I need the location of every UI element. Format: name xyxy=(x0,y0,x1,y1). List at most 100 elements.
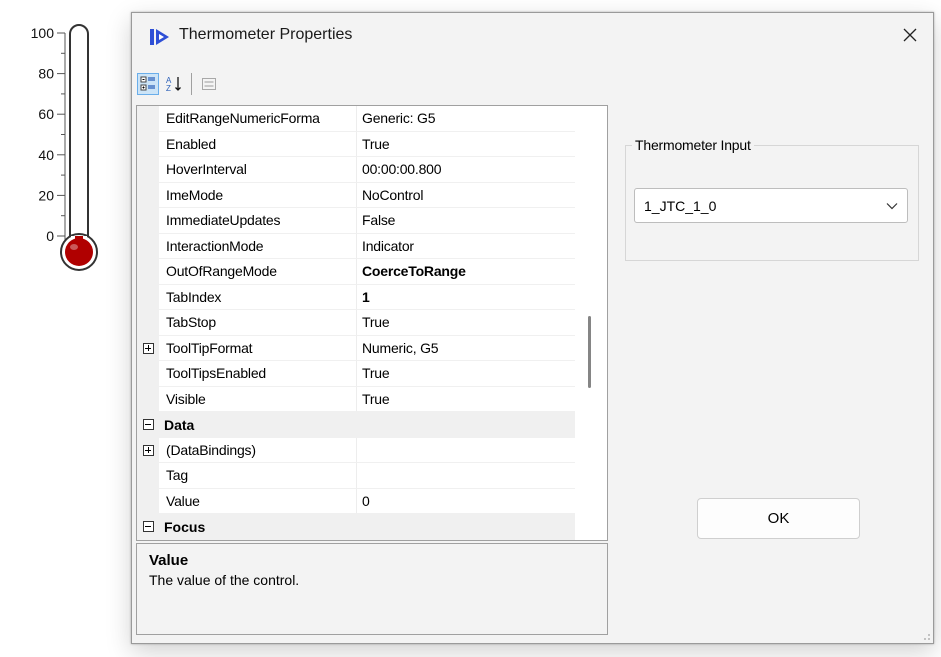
property-row[interactable]: Enabled True xyxy=(137,131,577,157)
property-row[interactable]: OutOfRangeMode CoerceToRange xyxy=(137,259,577,285)
row-gutter xyxy=(137,106,159,132)
property-name[interactable]: TabStop xyxy=(159,310,357,336)
property-grid-toolbar: A Z xyxy=(137,70,220,98)
alphabetical-button[interactable]: A Z xyxy=(163,73,185,95)
property-name[interactable]: HoverInterval xyxy=(159,157,357,183)
property-value[interactable]: True xyxy=(357,310,577,336)
thermometer-tick-label: 60 xyxy=(38,106,54,122)
property-row[interactable]: ImmediateUpdates False xyxy=(137,208,577,234)
svg-text:Z: Z xyxy=(166,84,171,93)
property-name[interactable]: ImmediateUpdates xyxy=(159,208,357,234)
thermometer-properties-dialog: Thermometer Properties A Z EditRangeNume… xyxy=(131,12,934,644)
thermometer-tick-label: 0 xyxy=(46,228,54,244)
thermometer-tube xyxy=(69,24,89,240)
group-legend: Thermometer Input xyxy=(632,137,754,153)
categorized-icon xyxy=(140,76,155,91)
scrollbar-thumb[interactable] xyxy=(588,316,591,388)
row-gutter xyxy=(137,488,159,514)
expand-icon[interactable] xyxy=(142,342,154,354)
app-logo-icon xyxy=(150,29,169,45)
property-name[interactable]: Tag xyxy=(159,463,357,489)
thermometer-tick-label: 40 xyxy=(38,147,54,163)
property-row[interactable]: ToolTipsEnabled True xyxy=(137,361,577,387)
category-row[interactable]: Focus xyxy=(137,514,577,540)
property-value[interactable]: True xyxy=(357,361,577,387)
ok-button[interactable]: OK xyxy=(697,498,860,539)
property-row[interactable]: ToolTipFormat Numeric, G5 xyxy=(137,335,577,361)
property-grid-rows: EditRangeNumericForma Generic: G5 Enabled T… xyxy=(137,106,577,540)
thermometer-mercury xyxy=(75,236,83,242)
category-row[interactable]: Data xyxy=(137,412,577,438)
row-gutter xyxy=(137,310,159,336)
row-gutter xyxy=(137,182,159,208)
property-value[interactable]: Generic: G5 xyxy=(357,106,577,132)
row-gutter xyxy=(137,361,159,387)
property-row[interactable]: Value 0 xyxy=(137,488,577,514)
thermometer-input-group: Thermometer Input 1_JTC_1_0 xyxy=(625,137,919,261)
property-value[interactable]: 00:00:00.800 xyxy=(357,157,577,183)
property-name[interactable]: Enabled xyxy=(159,131,357,157)
property-row[interactable]: TabIndex 1 xyxy=(137,284,577,310)
property-row[interactable]: Tag xyxy=(137,463,577,489)
property-row[interactable]: InteractionMode Indicator xyxy=(137,233,577,259)
property-pages-icon xyxy=(202,78,216,90)
category-name: Focus xyxy=(164,518,206,535)
property-value[interactable]: True xyxy=(357,387,577,412)
property-value[interactable]: 0 xyxy=(357,489,577,514)
property-value[interactable] xyxy=(357,438,577,463)
property-value[interactable]: Indicator xyxy=(357,234,577,259)
property-value[interactable]: False xyxy=(357,208,577,234)
thermometer-gauge: 100 80 60 40 20 0 xyxy=(31,24,98,271)
chevron-down-icon xyxy=(877,202,907,210)
row-gutter xyxy=(137,463,159,489)
property-value[interactable]: True xyxy=(357,132,577,157)
property-value[interactable] xyxy=(357,463,577,489)
thermometer-tick-label: 100 xyxy=(31,25,55,41)
property-name[interactable]: TabIndex xyxy=(159,284,357,310)
property-pages-button[interactable] xyxy=(198,73,220,95)
close-button[interactable] xyxy=(887,13,933,57)
property-name[interactable]: OutOfRangeMode xyxy=(159,259,357,285)
expand-icon[interactable] xyxy=(142,444,154,456)
property-name[interactable]: ImeMode xyxy=(159,182,357,208)
thermometer-tick-label: 20 xyxy=(38,187,54,203)
property-name[interactable]: ToolTipFormat xyxy=(159,335,357,361)
property-name[interactable]: InteractionMode xyxy=(159,233,357,259)
title-bar[interactable]: Thermometer Properties xyxy=(132,13,933,59)
property-row[interactable]: HoverInterval 00:00:00.800 xyxy=(137,157,577,183)
row-gutter xyxy=(137,514,159,540)
property-row[interactable]: ImeMode NoControl xyxy=(137,182,577,208)
toolbar-separator xyxy=(191,73,192,95)
property-row[interactable]: EditRangeNumericForma Generic: G5 xyxy=(137,106,577,132)
property-value[interactable]: CoerceToRange xyxy=(357,259,577,285)
stage: 100 80 60 40 20 0 Thermometer Properties xyxy=(0,0,941,657)
property-grid[interactable]: EditRangeNumericForma Generic: G5 Enabled T… xyxy=(136,105,608,541)
row-gutter xyxy=(137,386,159,412)
resize-grip-icon[interactable] xyxy=(919,629,931,641)
thermometer-input-select[interactable]: 1_JTC_1_0 xyxy=(634,188,908,223)
description-panel: Value The value of the control. xyxy=(136,543,608,635)
select-value: 1_JTC_1_0 xyxy=(644,197,717,214)
property-name[interactable]: EditRangeNumericForma xyxy=(159,106,357,132)
property-name[interactable]: Visible xyxy=(159,386,357,412)
property-name[interactable]: (DataBindings) xyxy=(159,437,357,463)
property-row[interactable]: TabStop True xyxy=(137,310,577,336)
collapse-icon[interactable] xyxy=(142,521,154,533)
property-value[interactable]: NoControl xyxy=(357,183,577,208)
dialog-title: Thermometer Properties xyxy=(179,26,353,43)
collapse-icon[interactable] xyxy=(142,419,154,431)
property-value[interactable]: Numeric, G5 xyxy=(357,336,577,361)
property-row[interactable]: Visible True xyxy=(137,386,577,412)
categorized-button[interactable] xyxy=(137,73,159,95)
description-text: The value of the control. xyxy=(149,572,300,588)
row-gutter xyxy=(137,412,159,438)
thermometer-tick-label: 80 xyxy=(38,66,54,82)
property-name[interactable]: Value xyxy=(159,488,357,514)
row-gutter xyxy=(137,335,159,361)
category-name: Data xyxy=(164,416,195,433)
thermometer-bulb-fill xyxy=(65,238,93,266)
property-grid-scrollbar[interactable] xyxy=(575,106,607,540)
property-name[interactable]: ToolTipsEnabled xyxy=(159,361,357,387)
property-row[interactable]: (DataBindings) xyxy=(137,437,577,463)
property-value[interactable]: 1 xyxy=(357,285,577,310)
